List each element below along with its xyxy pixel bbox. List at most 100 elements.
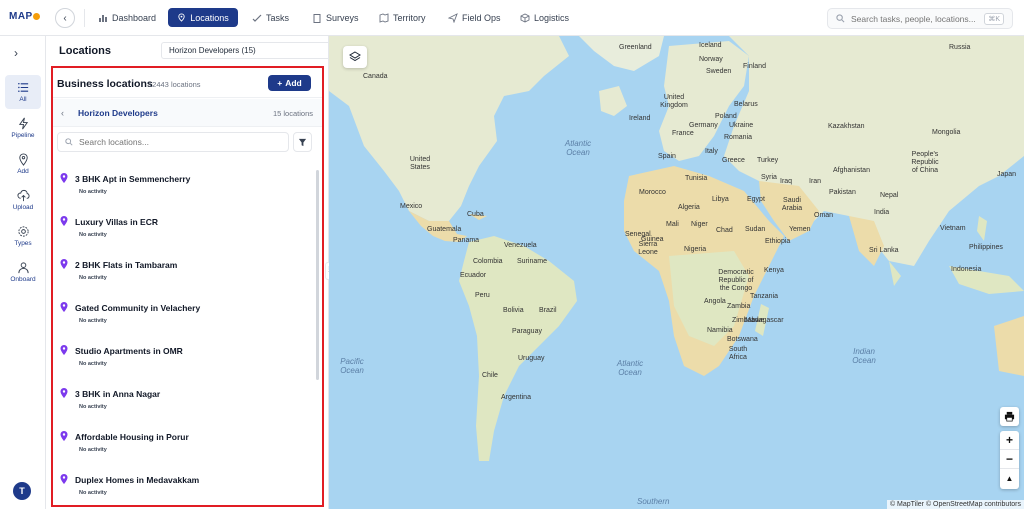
group-name[interactable]: Horizon Developers bbox=[78, 108, 158, 118]
nav-surveys[interactable]: Surveys bbox=[312, 9, 359, 27]
nav-dashboard[interactable]: Dashboard bbox=[98, 9, 156, 27]
nav-field-ops[interactable]: Field Ops bbox=[448, 9, 501, 27]
list-scrollbar[interactable] bbox=[315, 164, 320, 505]
map-label: Cuba bbox=[467, 211, 484, 218]
nav-tasks[interactable]: Tasks bbox=[252, 9, 289, 27]
location-search[interactable] bbox=[57, 132, 289, 152]
rail-item-all[interactable]: All bbox=[5, 75, 41, 109]
list-item[interactable]: Gated Community in Velachery No activity bbox=[53, 293, 313, 336]
locations-count: 12443 locations bbox=[148, 80, 201, 89]
location-name: Gated Community in Velachery bbox=[75, 303, 201, 313]
map-label: Spain bbox=[658, 153, 676, 160]
map-label: Sweden bbox=[706, 68, 732, 75]
map-label: Chad bbox=[716, 227, 733, 234]
map-label: Brazil bbox=[539, 307, 557, 314]
user-icon bbox=[17, 262, 29, 274]
zoom-out-button[interactable]: − bbox=[1000, 450, 1019, 469]
group-header: ‹ Horizon Developers 15 locations bbox=[53, 99, 322, 127]
map-label: Canada bbox=[363, 73, 388, 80]
nav-logistics[interactable]: Logistics bbox=[520, 9, 569, 27]
pin-icon bbox=[60, 388, 68, 398]
ocean-label: Pacific Ocean bbox=[340, 357, 364, 375]
add-location-button[interactable]: + Add bbox=[268, 75, 311, 91]
locations-header: Locations Horizon Developers (15) bbox=[47, 36, 361, 64]
panel-header: Business locations 12443 locations + Add bbox=[53, 68, 322, 98]
zoom-in-button[interactable]: + bbox=[1000, 431, 1019, 450]
rail-item-pipeline[interactable]: Pipeline bbox=[5, 111, 41, 145]
compass-reset-button[interactable]: ▲ bbox=[1000, 469, 1019, 488]
location-status: No activity bbox=[79, 189, 107, 195]
map-attribution[interactable]: © MapTiler © OpenStreetMap contributors bbox=[886, 500, 1024, 509]
print-map-button[interactable] bbox=[1000, 407, 1019, 426]
map-label: Nepal bbox=[880, 192, 899, 199]
location-name: Duplex Homes in Medavakkam bbox=[75, 475, 200, 485]
filter-button[interactable] bbox=[293, 132, 312, 152]
group-back-button[interactable]: ‹ bbox=[61, 108, 64, 118]
map-label: Syria bbox=[761, 174, 777, 181]
list-item[interactable]: Luxury Villas in ECR No activity bbox=[53, 207, 313, 250]
location-name: Studio Apartments in OMR bbox=[75, 346, 183, 356]
map-label: Sudan bbox=[745, 226, 766, 233]
map-label: Angola bbox=[704, 298, 726, 305]
list-item[interactable]: Duplex Homes in Medavakkam No activity bbox=[53, 465, 313, 505]
divider bbox=[84, 9, 85, 27]
app-logo[interactable]: MAP bbox=[9, 11, 40, 22]
location-search-input[interactable] bbox=[79, 137, 269, 147]
map-label: Democratic Republic of the Congo bbox=[718, 269, 754, 292]
map-label: Venezuela bbox=[504, 242, 537, 249]
map-label: Chile bbox=[482, 372, 498, 379]
list-item[interactable]: 2 BHK Flats in Tambaram No activity bbox=[53, 250, 313, 293]
nav-territory-label: Territory bbox=[393, 13, 426, 23]
map-label: Niger bbox=[691, 221, 708, 228]
cloud-upload-icon bbox=[16, 189, 30, 202]
send-icon bbox=[448, 13, 458, 23]
rail-label: Pipeline bbox=[11, 132, 35, 139]
rail-item-types[interactable]: Types bbox=[5, 219, 41, 253]
map-label: Bolivia bbox=[503, 307, 524, 314]
add-label: Add bbox=[285, 78, 302, 88]
map-label: Kazakhstan bbox=[828, 123, 865, 130]
map-label: Vietnam bbox=[940, 225, 966, 232]
list-icon bbox=[17, 83, 28, 92]
global-search-input[interactable] bbox=[851, 13, 986, 24]
nav-locations-label: Locations bbox=[190, 12, 229, 23]
map-label: United States bbox=[409, 156, 431, 171]
rail-label: Types bbox=[14, 240, 32, 247]
rail-item-onboard[interactable]: Onboard bbox=[5, 255, 41, 289]
map-label: France bbox=[672, 130, 694, 137]
ocean-label: Southern bbox=[637, 497, 670, 506]
map-label: Egypt bbox=[747, 196, 765, 203]
list-item[interactable]: 3 BHK Apt in Semmencherry No activity bbox=[53, 164, 313, 207]
map-label: Paraguay bbox=[512, 328, 542, 335]
map-label: Mexico bbox=[400, 203, 423, 210]
map-layers-button[interactable] bbox=[343, 46, 367, 68]
global-search[interactable]: ⌘K bbox=[827, 8, 1013, 29]
map-label: Norway bbox=[699, 56, 723, 63]
world-map[interactable]: Greenland Iceland Norway Sweden Finland … bbox=[329, 36, 1024, 509]
map-label: Guatemala bbox=[427, 226, 462, 233]
list-item[interactable]: Affordable Housing in Porur No activity bbox=[53, 422, 313, 465]
map-label: Nigeria bbox=[684, 246, 707, 253]
map-label: Tunisia bbox=[685, 175, 708, 182]
pin-icon bbox=[60, 474, 68, 484]
map-label: Guinea bbox=[641, 236, 664, 243]
user-avatar[interactable]: T bbox=[13, 482, 31, 500]
nav-locations[interactable]: Locations bbox=[168, 8, 238, 27]
back-button[interactable]: ‹ bbox=[55, 8, 75, 28]
map-icon bbox=[379, 13, 389, 23]
expand-sidebar-button[interactable]: › bbox=[14, 46, 18, 60]
map-label: Germany bbox=[689, 122, 718, 129]
list-item[interactable]: Studio Apartments in OMR No activity bbox=[53, 336, 313, 379]
map-label: Sri Lanka bbox=[869, 247, 899, 254]
list-item[interactable]: 3 BHK in Anna Nagar No activity bbox=[53, 379, 313, 422]
location-name: 3 BHK Apt in Semmencherry bbox=[75, 174, 191, 184]
map-label: Madagascar bbox=[745, 317, 784, 324]
nav-territory[interactable]: Territory bbox=[379, 9, 426, 27]
pin-icon bbox=[60, 431, 68, 441]
rail-label: Upload bbox=[12, 204, 34, 211]
rail-item-upload[interactable]: Upload bbox=[5, 183, 41, 217]
rail-item-add[interactable]: Add bbox=[5, 147, 41, 181]
search-icon bbox=[836, 14, 845, 23]
map-label: Philippines bbox=[969, 244, 1003, 251]
scrollbar-thumb[interactable] bbox=[316, 170, 319, 380]
